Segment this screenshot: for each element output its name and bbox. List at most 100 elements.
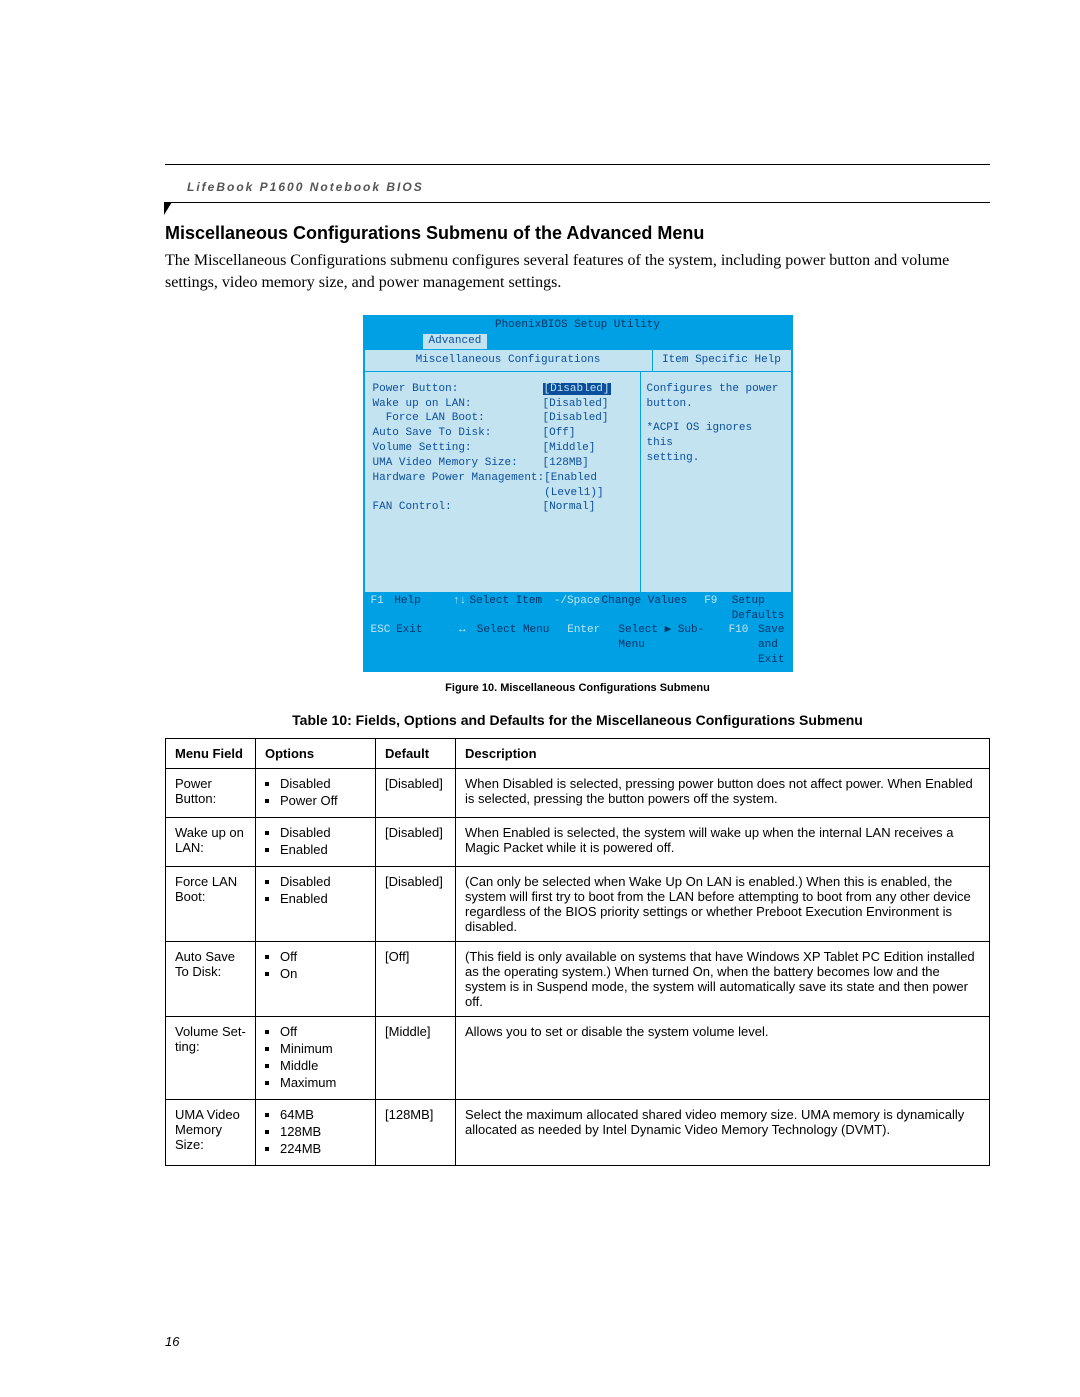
bios-setting-value: [Disabled] <box>543 382 632 397</box>
cell-default: [Off] <box>376 941 456 1016</box>
bios-setting-label: Power Button: <box>373 382 543 397</box>
bios-subhead-left: Miscellaneous Configurations <box>365 350 653 371</box>
bios-key: ESC <box>371 623 397 668</box>
cell-desc: When Enabled is selected, the system wil… <box>456 817 990 866</box>
th-default: Default <box>376 738 456 768</box>
bios-key: ↔ <box>459 623 477 668</box>
bios-setting-value: [Normal] <box>543 500 632 515</box>
bios-key-label: Change Values <box>602 594 705 624</box>
cell-options: Off On <box>256 941 376 1016</box>
bios-setting-row: Auto Save To Disk:[Off] <box>373 426 632 441</box>
bios-key: -/Space <box>554 594 602 624</box>
table-row: Wake up on LAN: Disabled Enabled [Disabled]… <box>166 817 990 866</box>
option-item: Disabled <box>280 874 366 889</box>
bios-setting-row: Volume Setting:[Middle] <box>373 441 632 456</box>
table-row: Force LAN Boot: Disabled Enabled [Disabled]… <box>166 866 990 941</box>
table-row: Power Button: Disabled Power Off [Disabled]… <box>166 768 990 817</box>
bios-setting-row: UMA Video Memory Size:[128MB] <box>373 456 632 471</box>
table-row: UMA Video Memory Size:64MB128MB224MB[128… <box>166 1099 990 1165</box>
cell-field: Wake up on LAN: <box>166 817 256 866</box>
section-title: Miscellaneous Configurations Submenu of … <box>165 223 990 244</box>
bios-setting-label: FAN Control: <box>373 500 543 515</box>
cell-field: Force LAN Boot: <box>166 866 256 941</box>
bios-help-line: button. <box>647 397 785 412</box>
bios-key: Enter <box>567 623 618 668</box>
cell-options: Disabled Enabled <box>256 817 376 866</box>
option-item: Off <box>280 1024 366 1039</box>
bios-setting-row: Hardware Power Management:[Enabled (Leve… <box>373 471 632 501</box>
cell-default: [Disabled] <box>376 866 456 941</box>
cell-field: Volume Set-ting: <box>166 1016 256 1099</box>
bios-setting-label: Wake up on LAN: <box>373 397 543 412</box>
bios-tab-advanced: Advanced <box>423 334 488 349</box>
bios-setting-row: Power Button:[Disabled] <box>373 382 632 397</box>
option-item: 64MB <box>280 1107 366 1122</box>
option-item: Power Off <box>280 793 366 808</box>
cell-options: OffMinimumMiddleMaximum <box>256 1016 376 1099</box>
option-item: Disabled <box>280 776 366 791</box>
notch-icon <box>164 202 172 215</box>
cell-desc: Allows you to set or disable the system … <box>456 1016 990 1099</box>
table-caption: Table 10: Fields, Options and Defaults f… <box>165 712 990 728</box>
bios-key-label: Select Item <box>470 594 554 624</box>
cell-field: Auto Save To Disk: <box>166 941 256 1016</box>
bios-figure: PhoenixBIOS Setup Utility Advanced Misce… <box>363 315 793 672</box>
option-item: On <box>280 966 366 981</box>
bios-setting-value: [Disabled] <box>543 397 632 412</box>
bios-key-label: Select ▶ Sub-Menu <box>618 623 728 668</box>
cell-default: [128MB] <box>376 1099 456 1165</box>
th-field: Menu Field <box>166 738 256 768</box>
bios-subhead-right: Item Specific Help <box>653 350 791 371</box>
bios-key-label: Setup Defaults <box>732 594 785 624</box>
section-intro: The Miscellaneous Configurations submenu… <box>165 250 990 293</box>
bios-setting-row: Wake up on LAN:[Disabled] <box>373 397 632 412</box>
th-options: Options <box>256 738 376 768</box>
bios-help-line: setting. <box>647 451 785 466</box>
cell-options: Disabled Power Off <box>256 768 376 817</box>
bios-help-pane: Configures the power button. *ACPI OS ig… <box>641 372 791 592</box>
option-item: Off <box>280 949 366 964</box>
bios-key: F10 <box>729 623 759 668</box>
bios-footer: F1 Help ↑↓ Select Item -/Space Change Va… <box>365 592 791 670</box>
bios-help-line: Configures the power <box>647 382 785 397</box>
cell-options: Disabled Enabled <box>256 866 376 941</box>
cell-default: [Disabled] <box>376 817 456 866</box>
cell-field: UMA Video Memory Size: <box>166 1099 256 1165</box>
fields-table: Menu Field Options Default Description P… <box>165 738 990 1166</box>
option-item: Disabled <box>280 825 366 840</box>
cell-desc: (Can only be selected when Wake Up On LA… <box>456 866 990 941</box>
option-item: Enabled <box>280 891 366 906</box>
bios-settings-pane: Power Button:[Disabled]Wake up on LAN:[D… <box>365 372 641 592</box>
bios-key: F1 <box>371 594 395 624</box>
bios-key-label: Select Menu <box>477 623 568 668</box>
bios-setting-label: Volume Setting: <box>373 441 543 456</box>
option-item: Enabled <box>280 842 366 857</box>
bios-setting-row: Force LAN Boot:[Disabled] <box>373 411 632 426</box>
bios-key-label: Help <box>394 594 453 624</box>
running-head: LifeBook P1600 Notebook BIOS <box>187 180 990 194</box>
figure-caption: Figure 10. Miscellaneous Configurations … <box>165 682 990 694</box>
bios-setting-value: [128MB] <box>543 456 632 471</box>
table-row: Volume Set-ting:OffMinimumMiddleMaximum[… <box>166 1016 990 1099</box>
th-desc: Description <box>456 738 990 768</box>
bios-key: F9 <box>704 594 732 624</box>
cell-desc: When Disabled is selected, pressing powe… <box>456 768 990 817</box>
bios-setting-label: UMA Video Memory Size: <box>373 456 543 471</box>
cell-field: Power Button: <box>166 768 256 817</box>
cell-desc: (This field is only available on systems… <box>456 941 990 1016</box>
bios-setting-label: Auto Save To Disk: <box>373 426 543 441</box>
cell-default: [Disabled] <box>376 768 456 817</box>
bios-setting-value: [Off] <box>543 426 632 441</box>
bios-setting-value: [Enabled (Level1)] <box>544 471 631 501</box>
option-item: Middle <box>280 1058 366 1073</box>
bios-setting-label: Hardware Power Management: <box>373 471 545 501</box>
cell-desc: Select the maximum allocated shared vide… <box>456 1099 990 1165</box>
bios-key-label: Exit <box>396 623 459 668</box>
cell-default: [Middle] <box>376 1016 456 1099</box>
option-item: Minimum <box>280 1041 366 1056</box>
table-row: Auto Save To Disk: Off On [Off](This field … <box>166 941 990 1016</box>
bios-help-line: *ACPI OS ignores this <box>647 421 785 451</box>
bios-titlebar: PhoenixBIOS Setup Utility <box>365 317 791 334</box>
bios-key-label: Save and Exit <box>758 623 784 668</box>
bios-key: ↑↓ <box>453 594 470 624</box>
